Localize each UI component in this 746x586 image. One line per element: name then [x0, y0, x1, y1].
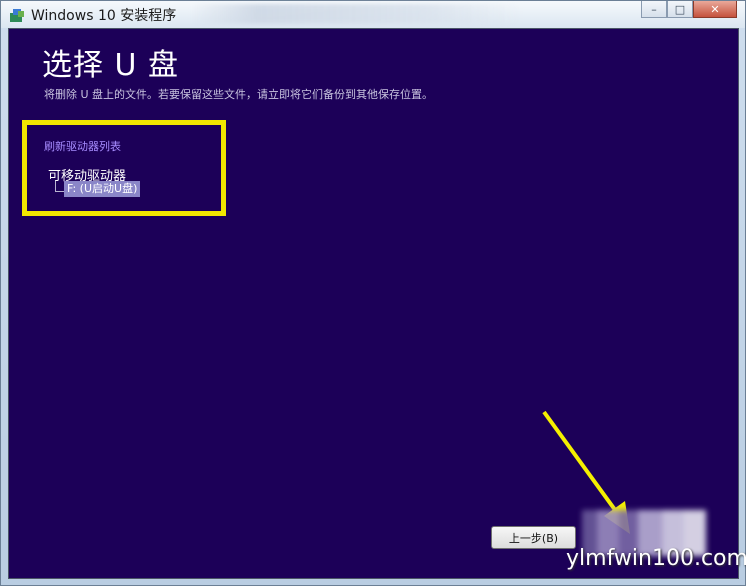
page-description: 将删除 U 盘上的文件。若要保留这些文件，请立即将它们备份到其他保存位置。 [44, 88, 434, 101]
refresh-drive-list-link[interactable]: 刷新驱动器列表 [44, 138, 121, 154]
drive-list-item-selected[interactable]: F: (U启动U盘) [64, 181, 141, 197]
title-bar[interactable]: Windows 10 安装程序 – □ ✕ [1, 1, 745, 28]
blurred-title-region [191, 4, 521, 24]
watermark-text: ylmfwin100.com [566, 546, 746, 571]
maximize-button[interactable]: □ [667, 1, 693, 18]
close-button[interactable]: ✕ [693, 1, 737, 18]
minimize-button[interactable]: – [641, 1, 667, 18]
content-area [8, 28, 739, 579]
back-button[interactable]: 上一步(B) [491, 526, 576, 549]
page-title: 选择 U 盘 [42, 48, 180, 83]
window-title: Windows 10 安装程序 [31, 8, 177, 24]
windows-setup-icon [10, 9, 24, 22]
window-controls: – □ ✕ [641, 1, 737, 19]
